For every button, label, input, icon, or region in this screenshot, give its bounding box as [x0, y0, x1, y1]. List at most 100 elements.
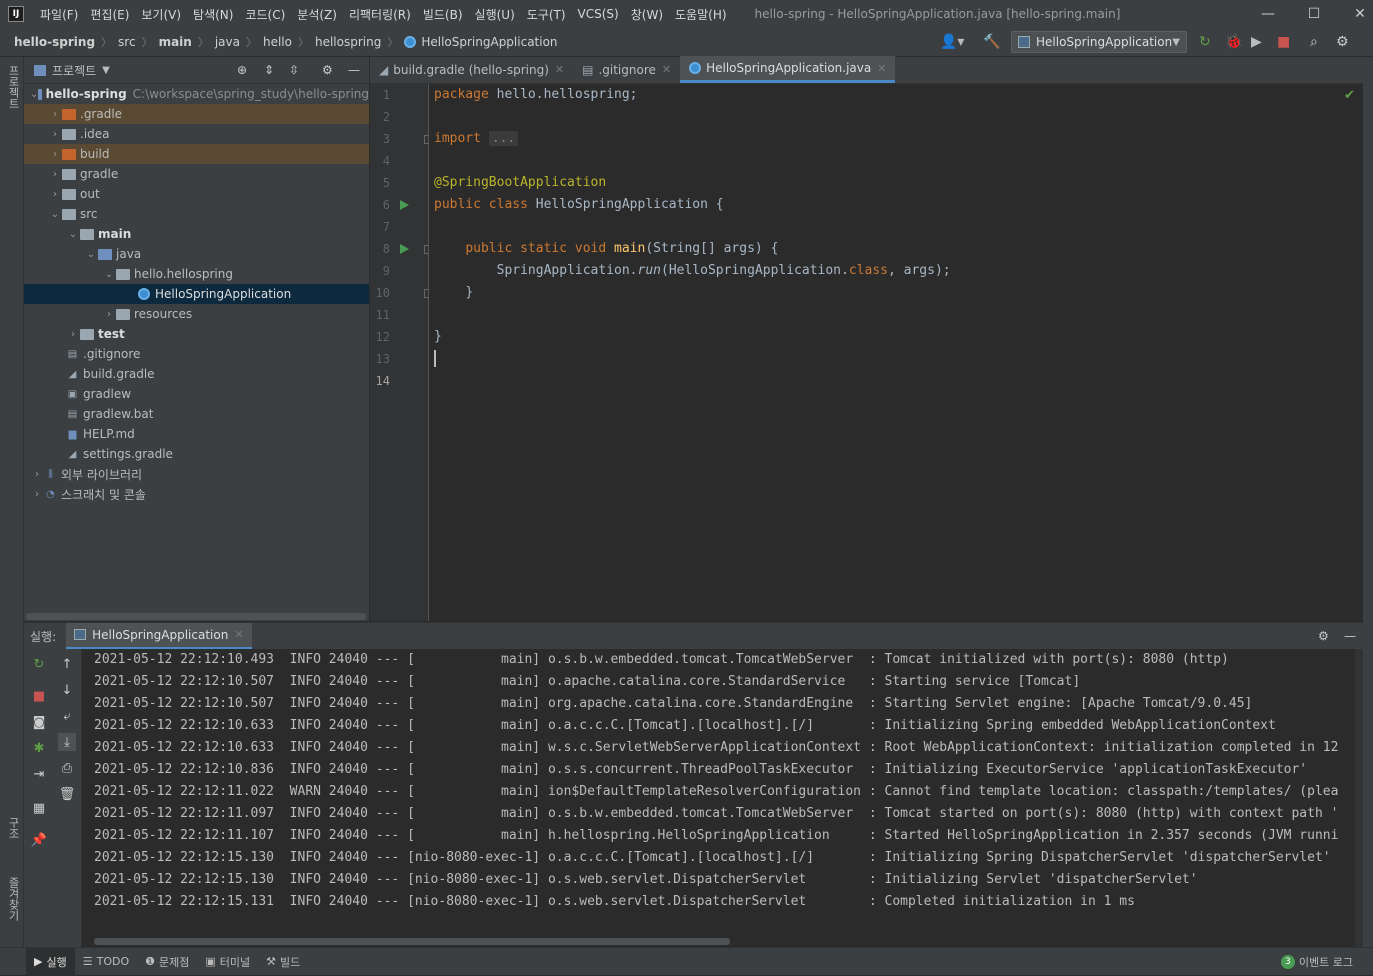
terminal-tool-button[interactable]: ▣ 터미널: [197, 948, 258, 976]
locate-icon[interactable]: ⊕: [237, 63, 247, 77]
print-icon[interactable]: ⎙: [58, 759, 76, 777]
tree-item-external-libs[interactable]: › ⫼ 외부 라이브러리: [24, 464, 369, 484]
rerun-icon[interactable]: ↻: [1199, 31, 1211, 53]
soft-wrap-icon[interactable]: ⤶: [58, 707, 76, 725]
editor-gutter[interactable]: 1 2 3 4 5 6 7 8 9 10 11 12 13 14: [370, 84, 432, 621]
tab-build-gradle[interactable]: ◢ build.gradle (hello-spring) ✕: [370, 56, 573, 83]
breadcrumb-src[interactable]: src: [118, 35, 136, 49]
chevron-right-icon[interactable]: ›: [102, 309, 116, 320]
breadcrumb-hello[interactable]: hello: [263, 35, 292, 49]
gear-icon[interactable]: ⚙: [1318, 629, 1329, 643]
chevron-right-icon[interactable]: ›: [48, 109, 62, 120]
menu-analyze[interactable]: 분석(Z): [291, 6, 343, 23]
breadcrumb-hellospring[interactable]: hellospring: [315, 35, 381, 49]
chevron-down-icon[interactable]: ⌄: [102, 269, 116, 280]
menu-edit[interactable]: 편집(E): [84, 6, 135, 23]
breadcrumb-main[interactable]: main: [159, 35, 192, 49]
menu-refactor[interactable]: 리팩터링(R): [343, 6, 417, 23]
run-tab[interactable]: HelloSpringApplication ✕: [66, 622, 252, 650]
arrow-up-icon[interactable]: ↑: [58, 655, 76, 673]
menu-window[interactable]: 창(W): [625, 6, 669, 23]
close-tab-icon[interactable]: ✕: [877, 62, 886, 75]
chevron-down-icon[interactable]: ⌄: [66, 229, 80, 240]
run-config-dropdown[interactable]: HelloSpringApplication ▼: [1011, 31, 1187, 53]
menu-build[interactable]: 빌드(B): [417, 6, 469, 23]
tree-item-idea[interactable]: › .idea: [24, 124, 369, 144]
tab-hello-spring-application[interactable]: HelloSpringApplication.java ✕: [680, 56, 896, 83]
close-tab-icon[interactable]: ✕: [662, 63, 671, 76]
tree-item-gradlew[interactable]: ▣ gradlew: [24, 384, 369, 404]
todo-tool-button[interactable]: ☰ TODO: [75, 948, 137, 976]
user-icon[interactable]: 👤▾: [940, 31, 964, 53]
chevron-down-icon[interactable]: ⌄: [48, 209, 62, 220]
close-icon[interactable]: ✕: [1337, 0, 1373, 28]
scroll-to-end-icon[interactable]: ⤓: [58, 733, 76, 751]
expand-all-icon[interactable]: ⇕: [264, 63, 274, 77]
arrow-down-icon[interactable]: ↓: [58, 681, 76, 699]
run-main-icon[interactable]: [400, 244, 409, 254]
build-tool-button[interactable]: ⚒ 빌드: [258, 948, 308, 976]
gear-icon[interactable]: ⚙: [322, 63, 333, 77]
problems-tool-button[interactable]: ❶ 문제점: [137, 948, 197, 976]
tree-item-root[interactable]: ⌄ hello-spring C:\workspace\spring_study…: [24, 84, 369, 104]
breadcrumb-class[interactable]: HelloSpringApplication: [421, 35, 557, 49]
folded-imports[interactable]: ...: [488, 131, 519, 146]
tree-item-gradle[interactable]: › gradle: [24, 164, 369, 184]
chevron-right-icon[interactable]: ›: [66, 329, 80, 340]
console-vscrollbar[interactable]: [1355, 649, 1363, 947]
structure-tool-button[interactable]: 구조: [5, 817, 21, 839]
collapse-all-icon[interactable]: ⇳: [289, 63, 299, 77]
menu-navigate[interactable]: 탐색(N): [187, 6, 239, 23]
chevron-right-icon[interactable]: ›: [30, 489, 44, 500]
chevron-down-icon[interactable]: ⌄: [84, 249, 98, 260]
run-tool-button[interactable]: ▶ 실행: [26, 947, 75, 976]
tree-item-src[interactable]: ⌄ src: [24, 204, 369, 224]
breadcrumb-java[interactable]: java: [215, 35, 240, 49]
stop-icon[interactable]: ■: [30, 687, 48, 705]
tree-item-scratches[interactable]: › ◔ 스크래치 및 콘솔: [24, 484, 369, 504]
tree-item-help-md[interactable]: ▆ HELP.md: [24, 424, 369, 444]
tree-item-main[interactable]: ⌄ main: [24, 224, 369, 244]
close-tab-icon[interactable]: ✕: [234, 628, 243, 641]
debug-icon[interactable]: 🐞: [1225, 31, 1242, 53]
tree-item-java[interactable]: ⌄ java: [24, 244, 369, 264]
exit-icon[interactable]: ⇥: [30, 765, 48, 783]
chevron-right-icon[interactable]: ›: [30, 469, 44, 480]
tree-item-resources[interactable]: › resources: [24, 304, 369, 324]
tree-item-settings-gradle[interactable]: ◢ settings.gradle: [24, 444, 369, 464]
chevron-down-icon[interactable]: ▼: [102, 65, 110, 76]
tree-item-test[interactable]: › test: [24, 324, 369, 344]
pin-icon[interactable]: 📌: [30, 831, 48, 849]
chevron-right-icon[interactable]: ›: [48, 149, 62, 160]
rerun-icon[interactable]: ↻: [30, 655, 48, 673]
maximize-icon[interactable]: ☐: [1291, 0, 1337, 28]
chevron-down-icon[interactable]: ⌄: [30, 89, 38, 100]
menu-view[interactable]: 보기(V): [135, 6, 187, 23]
trash-icon[interactable]: 🗑: [58, 785, 76, 803]
inspection-ok-icon[interactable]: ✔: [1344, 88, 1355, 103]
console-output[interactable]: 2021-05-12 22:12:10.493 INFO 24040 --- […: [82, 649, 1363, 947]
build-hammer-icon[interactable]: 🔨: [983, 31, 1000, 53]
tab-gitignore[interactable]: ▤ .gitignore ✕: [573, 56, 680, 83]
project-panel-title[interactable]: 프로젝트: [52, 62, 96, 79]
tree-item-out[interactable]: › out: [24, 184, 369, 204]
menu-code[interactable]: 코드(C): [239, 6, 291, 23]
search-icon[interactable]: ⌕: [1310, 31, 1318, 53]
chevron-right-icon[interactable]: ›: [48, 189, 62, 200]
hide-icon[interactable]: —: [348, 63, 360, 77]
menu-tools[interactable]: 도구(T): [521, 6, 572, 23]
run-class-icon[interactable]: [400, 200, 409, 210]
chevron-right-icon[interactable]: ›: [48, 129, 62, 140]
tree-item-package[interactable]: ⌄ hello.hellospring: [24, 264, 369, 284]
tree-item-main-class[interactable]: HelloSpringApplication: [24, 284, 369, 304]
favorites-tool-button[interactable]: 즐겨찾기: [5, 877, 21, 921]
close-tab-icon[interactable]: ✕: [555, 63, 564, 76]
stop-icon[interactable]: ■: [1277, 31, 1290, 53]
chevron-right-icon[interactable]: ›: [48, 169, 62, 180]
menu-vcs[interactable]: VCS(S): [572, 7, 625, 21]
event-log-button[interactable]: 3 이벤트 로그: [1280, 948, 1353, 976]
tree-item-build[interactable]: › build: [24, 144, 369, 164]
console-hscrollbar[interactable]: [94, 938, 730, 945]
tree-item-build-gradle[interactable]: ◢ build.gradle: [24, 364, 369, 384]
debug-icon[interactable]: ✱: [30, 739, 48, 757]
